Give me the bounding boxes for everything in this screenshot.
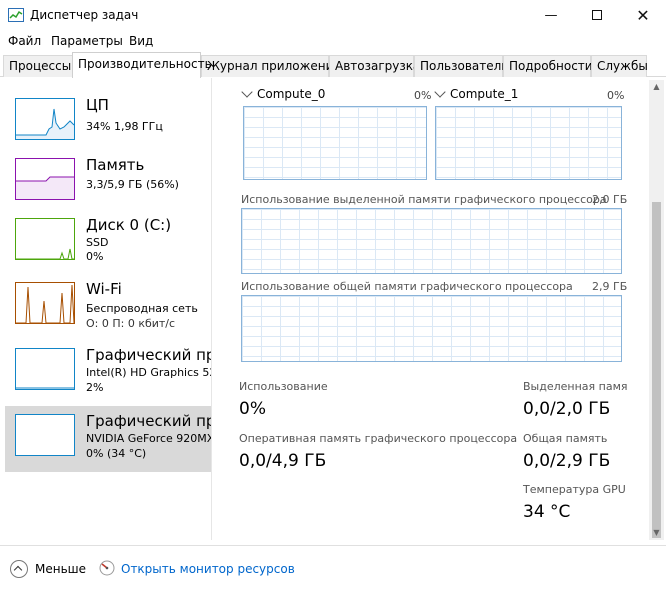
open-resource-monitor-link[interactable]: Открыть монитор ресурсов [121,562,295,576]
maximize-button[interactable] [574,0,620,30]
engine-selector-1[interactable]: Compute_1 [434,86,519,101]
disk-title: Диск 0 (C:) [86,216,172,234]
memory-title: Память [86,156,145,174]
gpu-ram-value: 0,0/4,9 ГБ [239,451,327,471]
fewer-details-label[interactable]: Меньше [35,562,86,576]
chevron-down-icon [434,86,446,98]
tab-startup[interactable]: Автозагрузка [329,55,420,77]
shared-label: Общая память [523,432,608,445]
dedicated-memory-max: 2,0 ГБ [592,193,628,206]
gpu-ram-label: Оперативная память графического процессо… [239,432,518,445]
disk-thumbnail-graph [15,218,75,260]
tab-services[interactable]: Службы [591,55,648,77]
wifi-type: Беспроводная сеть [86,302,198,315]
engine-graph-0 [243,106,427,180]
chevron-up-icon [13,565,23,575]
gpu0-title: Графический процессор 0 [86,346,211,364]
minimize-button[interactable]: — [528,0,574,30]
close-button[interactable]: ✕ [620,0,666,30]
fewer-details-button[interactable] [10,560,28,578]
tab-performance[interactable]: Производительность [72,52,212,78]
gpu0-model: Intel(R) HD Graphics 520 [86,366,212,379]
sidebar-item-gpu0[interactable]: Графический процессор 0 Intel(R) HD Grap… [5,346,212,406]
menu-options[interactable]: Параметры [51,34,123,48]
shared-memory-max: 2,9 ГБ [592,280,628,293]
tab-processes[interactable]: Процессы [3,55,73,77]
dedicated-value: 0,0/2,0 ГБ [523,399,611,419]
menu-file[interactable]: Файл [8,34,41,48]
engine-percent-1: 0% [607,89,625,102]
wifi-title: Wi-Fi [86,280,122,298]
shared-value: 0,0/2,9 ГБ [523,451,611,471]
wifi-throughput: О: 0 П: 0 кбит/с [86,317,176,330]
close-icon: ✕ [636,5,650,25]
engine-graph-1 [435,106,622,180]
tab-app-history[interactable]: Журнал приложений [201,55,341,77]
engine-name-1: Compute_1 [450,87,519,101]
maximize-icon [592,10,602,20]
minimize-icon: — [544,7,558,23]
usage-value: 0% [239,399,266,419]
temperature-value: 34 °C [523,502,571,522]
engine-percent-0: 0% [414,89,432,102]
sidebar-item-memory[interactable]: Память 3,3/5,9 ГБ (56%) [5,156,211,216]
disk-usage: 0% [86,250,104,263]
cpu-usage: 34% 1,98 ГГц [86,120,163,133]
gpu1-model: NVIDIA GeForce 920MX [86,432,212,445]
sidebar-item-wifi[interactable]: Wi-Fi Беспроводная сеть О: 0 П: 0 кбит/с [5,280,211,340]
engine-name-0: Compute_0 [257,87,326,101]
memory-usage: 3,3/5,9 ГБ (56%) [86,178,179,191]
window-title: Диспетчер задач [30,8,139,22]
chevron-down-icon[interactable]: ▼ [652,529,661,537]
dedicated-memory-graph [241,208,622,274]
resource-monitor-icon [99,560,115,576]
gpu1-title: Графический процессор 1 [86,412,211,430]
sidebar-item-gpu1[interactable]: Графический процессор 1 NVIDIA GeForce 9… [5,406,212,472]
vertical-scrollbar[interactable]: ▲ ▼ [649,80,664,540]
app-icon [8,8,24,22]
menu-view[interactable]: Вид [129,34,153,48]
tab-users[interactable]: Пользователи [414,55,509,77]
chevron-up-icon[interactable]: ▲ [652,83,661,91]
tab-bar: Процессы Производительность Журнал прило… [0,52,666,78]
wifi-thumbnail-graph [15,282,75,324]
sidebar-item-disk[interactable]: Диск 0 (C:) SSD 0% [5,216,211,276]
resource-sidebar: ЦП 34% 1,98 ГГц Память 3,3/5,9 ГБ (56%) … [0,78,212,540]
chevron-down-icon [241,86,253,98]
tab-details[interactable]: Подробности [503,55,593,77]
dedicated-label: Выделенная памя [523,380,628,393]
memory-thumbnail-graph [15,158,75,200]
usage-label: Использование [239,380,328,393]
gpu1-usage: 0% (34 °C) [86,447,147,460]
title-bar[interactable]: Диспетчер задач — ✕ [0,0,666,30]
gpu1-thumbnail-graph [15,414,75,456]
scrollbar-thumb[interactable] [652,202,661,538]
gpu0-thumbnail-graph [15,348,75,390]
engine-selector-0[interactable]: Compute_0 [241,86,326,101]
menu-bar: Файл Параметры Вид [0,31,666,51]
cpu-title: ЦП [86,96,109,114]
footer-bar: Меньше Открыть монитор ресурсов [0,545,666,593]
gpu0-usage: 2% [86,381,104,394]
sidebar-item-cpu[interactable]: ЦП 34% 1,98 ГГц [5,96,211,156]
dedicated-memory-label: Использование выделенной памяти графичес… [241,193,607,206]
temperature-label: Температура GPU [523,483,626,496]
shared-memory-label: Использование общей памяти графического … [241,280,573,293]
gpu-detail-panel: Compute_0 0% Compute_1 0% Использование … [225,80,635,540]
disk-type: SSD [86,236,109,249]
cpu-thumbnail-graph [15,98,75,140]
shared-memory-graph [241,295,622,362]
